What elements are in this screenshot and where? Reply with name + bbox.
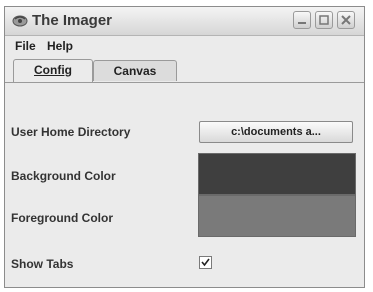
- menu-help[interactable]: Help: [47, 39, 73, 53]
- background-color-swatch[interactable]: [198, 153, 356, 195]
- main-window: The Imager File Help Config Canvas User …: [4, 6, 365, 288]
- maximize-icon: [319, 15, 329, 25]
- user-home-directory-label: User Home Directory: [11, 125, 131, 139]
- tab-canvas[interactable]: Canvas: [93, 60, 177, 81]
- menu-bar: File Help: [5, 36, 364, 58]
- app-icon: [12, 14, 28, 27]
- background-color-label: Background Color: [11, 169, 116, 183]
- menu-file[interactable]: File: [15, 39, 36, 53]
- show-tabs-checkbox[interactable]: [199, 256, 212, 269]
- user-home-directory-button[interactable]: c:\documents a...: [199, 121, 353, 143]
- minimize-button[interactable]: [293, 11, 311, 29]
- foreground-color-label: Foreground Color: [11, 211, 113, 225]
- window-title: The Imager: [32, 12, 113, 29]
- tab-config[interactable]: Config: [13, 59, 93, 82]
- maximize-button[interactable]: [315, 11, 333, 29]
- show-tabs-label: Show Tabs: [11, 257, 74, 271]
- tab-strip: Config Canvas: [5, 58, 364, 83]
- close-button[interactable]: [337, 11, 355, 29]
- title-bar[interactable]: The Imager: [5, 7, 364, 36]
- checkmark-icon: [201, 258, 210, 267]
- close-icon: [341, 15, 351, 25]
- foreground-color-swatch[interactable]: [198, 195, 356, 237]
- minimize-icon: [298, 22, 306, 24]
